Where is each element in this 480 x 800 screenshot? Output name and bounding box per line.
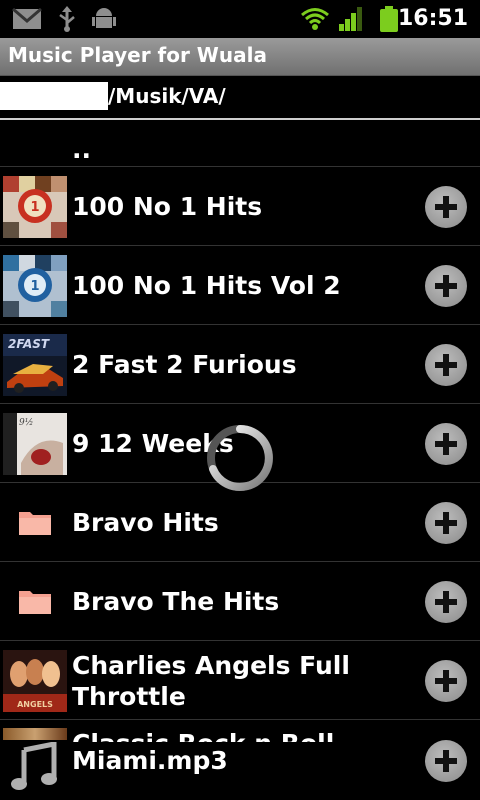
album-art-icon: ANGELS	[3, 650, 67, 712]
current-path: /Musik/VA/	[108, 84, 226, 108]
list-item[interactable]: Bravo Hits	[0, 483, 480, 562]
album-art-icon: 1	[3, 255, 67, 317]
list-item-label: 2 Fast 2 Furious	[72, 350, 297, 379]
usb-icon	[59, 6, 75, 32]
status-bar: 16:51	[0, 0, 480, 38]
list-item[interactable]: 1 100 No 1 Hits	[0, 167, 480, 246]
clock: 16:51	[397, 6, 468, 31]
add-icon[interactable]	[425, 423, 467, 465]
svg-text:9½: 9½	[19, 417, 33, 428]
folder-icon	[19, 512, 51, 535]
svg-text:ANGELS: ANGELS	[17, 700, 53, 709]
list-item-label: Bravo Hits	[72, 508, 219, 537]
add-icon[interactable]	[425, 186, 467, 228]
album-art-icon: 2FAST	[3, 334, 67, 396]
app-title: Music Player for Wuala	[8, 43, 267, 67]
signal-icon	[339, 7, 362, 31]
redacted-path-segment	[0, 82, 108, 110]
add-icon[interactable]	[425, 344, 467, 386]
android-debug-icon	[92, 8, 116, 28]
add-icon[interactable]	[425, 660, 467, 702]
svg-text:1: 1	[30, 279, 39, 294]
battery-icon	[380, 6, 398, 32]
path-bar: /Musik/VA/	[0, 76, 480, 120]
add-icon[interactable]	[425, 265, 467, 307]
list-item[interactable]: ANGELS Charlies Angels Full Throttle	[0, 641, 480, 720]
album-art-icon	[3, 728, 67, 740]
app-title-bar: Music Player for Wuala	[0, 38, 480, 76]
now-playing-bar[interactable]: Classic Rock n Roll Miami.mp3	[0, 728, 480, 800]
folder-icon	[19, 591, 51, 614]
list-item-label: Charlies Angels Full Throttle	[72, 650, 350, 711]
album-art-icon: 9½	[3, 413, 67, 475]
list-item-label: 100 No 1 Hits	[72, 192, 263, 221]
list-item-label: ..	[72, 135, 91, 164]
list-item-parent[interactable]: ..	[0, 122, 480, 167]
list-item-label: Bravo The Hits	[72, 587, 280, 616]
album-art-icon: 1	[3, 176, 67, 238]
svg-text:2FAST: 2FAST	[8, 337, 50, 351]
add-icon[interactable]	[425, 740, 467, 782]
add-icon[interactable]	[425, 502, 467, 544]
svg-text:1: 1	[30, 200, 39, 215]
gmail-icon	[12, 7, 42, 29]
list-item-label: 100 No 1 Hits Vol 2	[72, 271, 341, 300]
list-item[interactable]: 2FAST 2 Fast 2 Furious	[0, 325, 480, 404]
list-item[interactable]: Bravo The Hits	[0, 562, 480, 641]
loading-spinner-icon	[207, 425, 273, 491]
music-note-icon	[11, 742, 57, 790]
partial-list-item-label: Classic Rock n Roll	[72, 728, 334, 742]
add-icon[interactable]	[425, 581, 467, 623]
wifi-icon	[301, 8, 329, 30]
now-playing-title: Miami.mp3	[72, 746, 228, 775]
list-item[interactable]: 1 100 No 1 Hits Vol 2	[0, 246, 480, 325]
